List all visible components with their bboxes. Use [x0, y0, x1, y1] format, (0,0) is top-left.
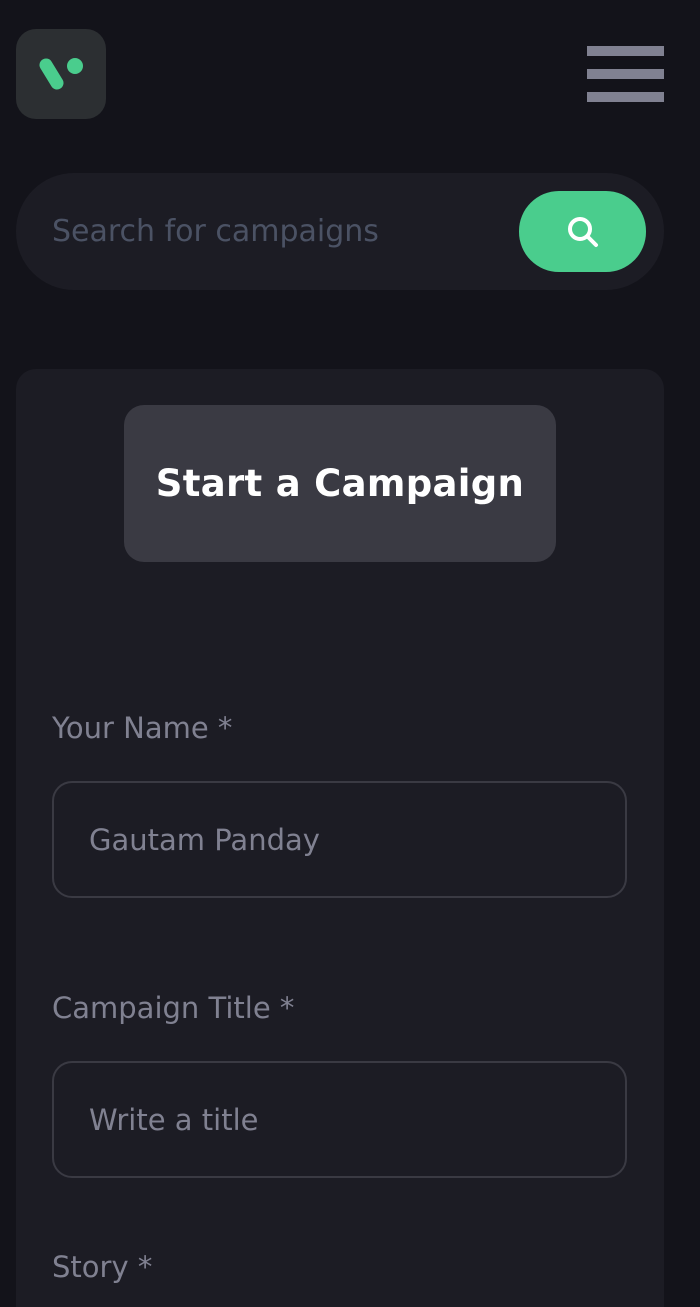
form-title-box: Start a Campaign — [124, 405, 556, 562]
page: Start a Campaign Your Name * Campaign Ti… — [0, 0, 700, 1307]
search-icon — [567, 216, 598, 247]
search-input[interactable] — [52, 201, 502, 261]
search-button[interactable] — [519, 191, 646, 272]
your-name-label: Your Name * — [52, 711, 233, 745]
campaign-title-label: Campaign Title * — [52, 991, 295, 1025]
menu-bar — [587, 92, 664, 102]
campaign-form: Start a Campaign Your Name * Campaign Ti… — [16, 369, 664, 1307]
app-logo[interactable] — [16, 29, 106, 119]
search-bar — [16, 173, 664, 290]
hamburger-menu-icon[interactable] — [587, 46, 664, 102]
campaign-title-field[interactable] — [52, 1061, 627, 1178]
menu-bar — [587, 69, 664, 79]
story-label: Story * — [52, 1250, 153, 1284]
app-logo-icon — [39, 58, 83, 90]
menu-bar — [587, 46, 664, 56]
your-name-field[interactable] — [52, 781, 627, 898]
form-title: Start a Campaign — [155, 462, 525, 505]
